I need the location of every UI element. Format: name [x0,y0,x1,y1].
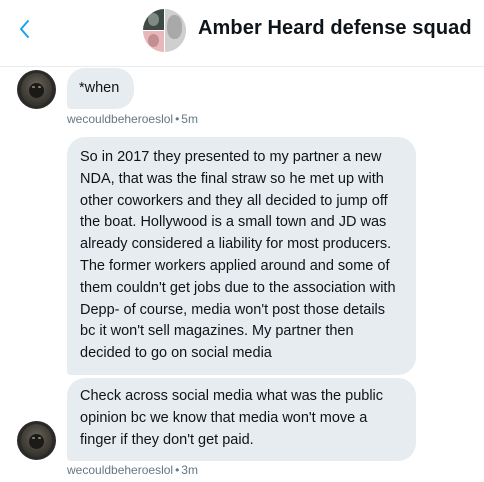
group-avatar-member-1 [143,9,164,30]
message-meta: wecouldbeheroeslol • 3m [67,463,198,477]
message-text-line: already considered a liability for most … [80,236,392,253]
group-avatar[interactable] [143,9,186,52]
message-text-line: them couldn't get jobs due to the associ… [80,279,396,296]
message-text-line: other coworkers and they all decided to … [80,192,388,209]
message-text-line: decided to go on social media [80,345,272,362]
message-text-line: Check across social media what was the p… [80,388,384,404]
conversation-title[interactable]: Amber Heard defense squad [198,17,472,40]
sender-avatar[interactable] [17,421,56,460]
message-timestamp: 5m [181,112,198,126]
sender-username[interactable]: wecouldbeheroeslol [67,112,173,126]
sender-avatar[interactable] [17,70,56,109]
group-avatar-member-2 [165,9,186,52]
message-bubble[interactable]: *when [67,68,134,109]
meta-separator: • [175,463,180,477]
message-text-line: So in 2017 they presented to my partner … [80,149,382,165]
conversation-header: Amber Heard defense squad [0,0,484,63]
message-text-line: finger if they don't get paid. [80,431,254,448]
message-meta: wecouldbeheroeslol • 5m [67,112,198,126]
message-bubble[interactable]: So in 2017 they presented to my partner … [67,137,416,375]
message-text-line: bc it won't sell magazines. My partner t… [80,323,354,340]
message-text-line: opinion bc we know that media won't move… [80,409,368,426]
dm-conversation: Amber Heard defense squad *when wecouldb… [0,0,484,482]
message-bubble[interactable]: Check across social media what was the p… [67,378,416,461]
meta-separator: • [175,112,180,126]
back-button[interactable] [15,16,37,42]
message-text-line: the boat. Hollywood is a small town and … [80,214,387,231]
sender-username[interactable]: wecouldbeheroeslol [67,463,173,477]
message-text-line: The former workers applied around and so… [80,257,390,274]
header-divider [0,66,484,67]
chevron-left-icon [20,20,29,38]
message-text-line: Depp- of course, media won't post those … [80,301,386,318]
message-text-line: NDA, that was the final straw so he met … [80,170,384,187]
message-text: *when [79,80,120,96]
group-avatar-member-3 [143,31,164,52]
message-timestamp: 3m [181,463,198,477]
